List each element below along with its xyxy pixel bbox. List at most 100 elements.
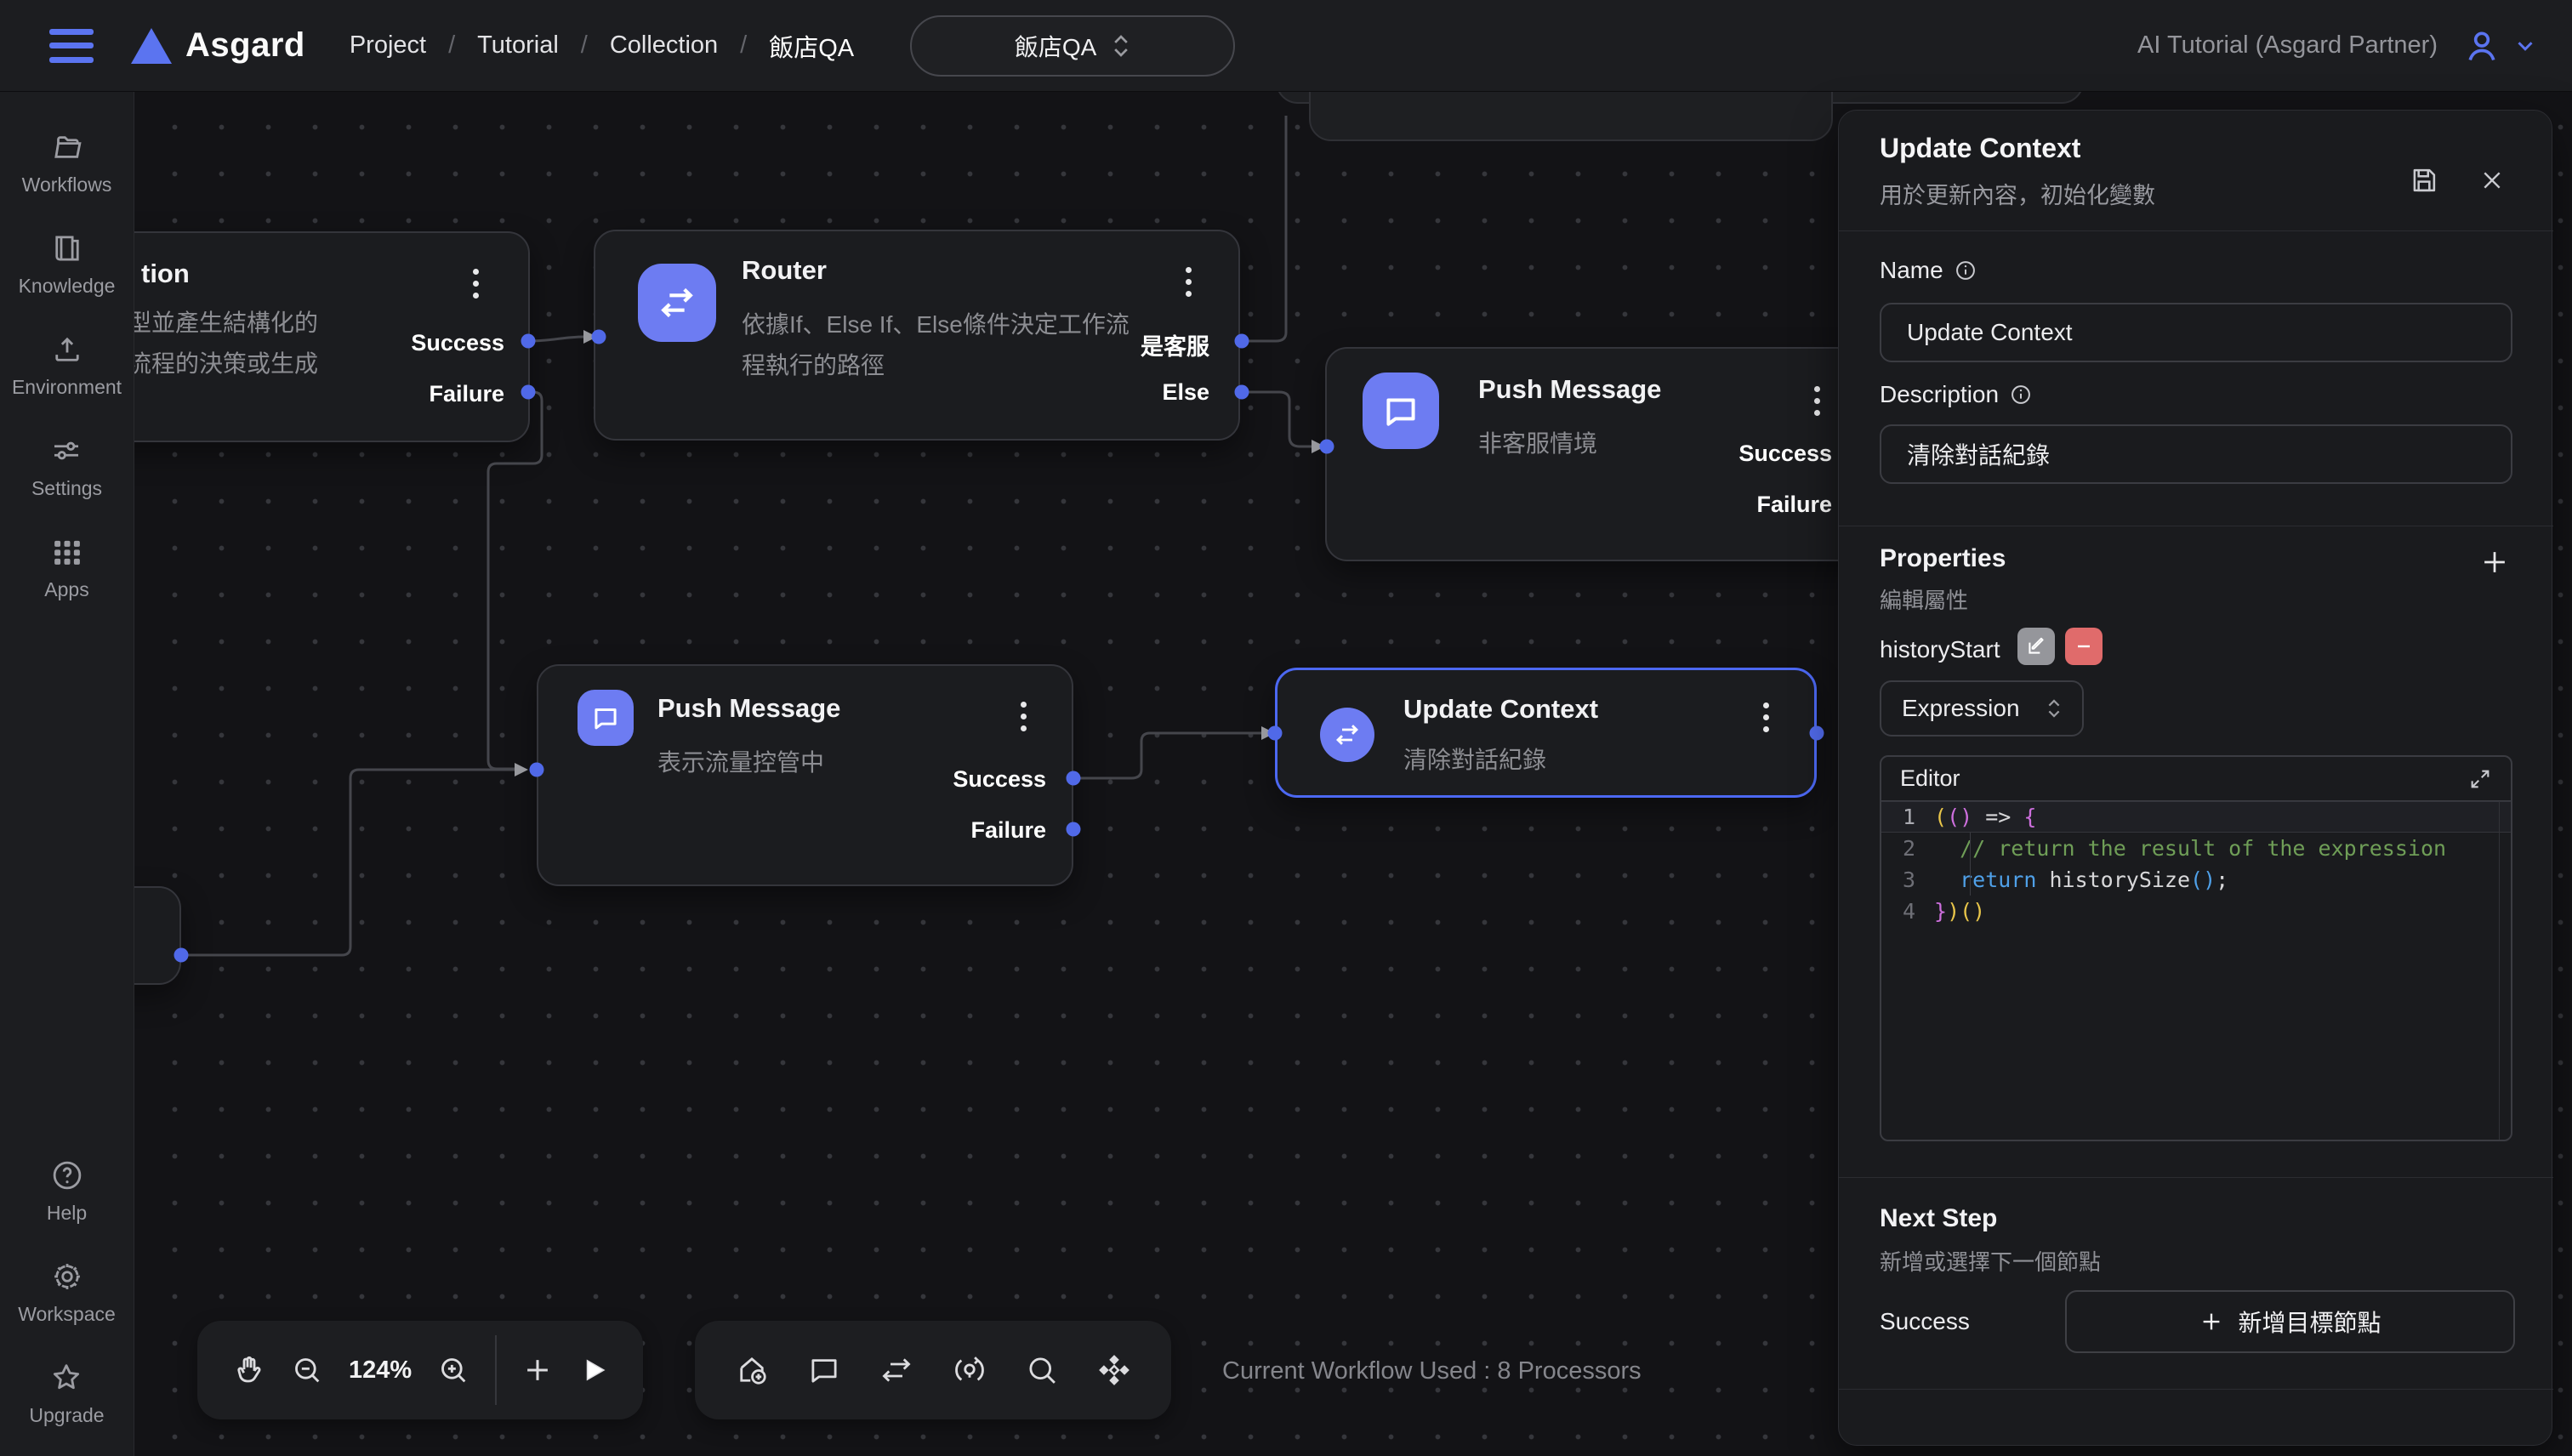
sidebar-item-settings[interactable]: Settings: [31, 433, 102, 500]
sidebar-item-upgrade[interactable]: Upgrade: [29, 1360, 104, 1427]
run-play-icon[interactable]: [578, 1355, 609, 1385]
upload-icon: [49, 332, 85, 367]
sidebar-item-workflows[interactable]: Workflows: [22, 129, 112, 196]
sidebar-item-knowledge[interactable]: Knowledge: [19, 230, 116, 298]
sidebar-item-apps[interactable]: Apps: [44, 534, 88, 601]
sidebar-item-workspace[interactable]: Workspace: [18, 1259, 116, 1326]
output-failure: Failure: [1756, 492, 1832, 518]
brand-name: Asgard: [185, 26, 305, 65]
editor-scrollbar[interactable]: [2499, 801, 2511, 1141]
node-title: Router: [742, 255, 827, 286]
hamburger-menu-icon[interactable]: [49, 29, 94, 63]
zoom-level: 124%: [349, 1356, 412, 1385]
output-is-cs: 是客服: [1141, 328, 1209, 361]
node-description: 非客服情境: [1478, 424, 1597, 464]
swap-arrows-icon[interactable]: [879, 1352, 914, 1388]
property-type-select[interactable]: Expression: [1880, 680, 2084, 737]
edge-failure-down: [488, 392, 542, 769]
account-label: AI Tutorial (Asgard Partner): [2137, 31, 2438, 60]
folder-icon: [49, 129, 85, 165]
editor-header: Editor: [1881, 757, 2511, 801]
node-description: 型並產生結構化的 流程的決策或生成: [134, 303, 318, 384]
router-icon: [638, 264, 716, 342]
plus-icon: [2199, 1309, 2224, 1334]
node-description: 依據If、Else If、Else條件決定工作流程執行的路徑: [742, 304, 1150, 386]
sidebar-item-help[interactable]: Help: [47, 1157, 87, 1225]
user-icon[interactable]: [2463, 27, 2501, 65]
add-icon[interactable]: [521, 1354, 554, 1386]
partial-node-card-front[interactable]: [1309, 92, 1833, 141]
search-icon[interactable]: [1024, 1352, 1060, 1388]
chat-bubble-icon: [1363, 373, 1439, 449]
app-header: Asgard Project / Tutorial / Collection /…: [0, 0, 2572, 92]
node-title: tion: [141, 259, 190, 289]
node-description: 表示流量控管中: [657, 742, 824, 783]
code-line-2[interactable]: 2 // return the result of the expression: [1881, 833, 2511, 864]
sidebar-item-environment[interactable]: Environment: [12, 332, 122, 399]
save-icon[interactable]: [2404, 160, 2444, 201]
add-target-node-button[interactable]: 新增目標節點: [2065, 1290, 2515, 1353]
kebab-menu-icon[interactable]: [1186, 267, 1194, 297]
expand-icon[interactable]: [2468, 767, 2492, 791]
output-success: Success: [953, 766, 1046, 793]
edit-property-button[interactable]: [2017, 628, 2055, 665]
add-property-icon[interactable]: [2475, 543, 2514, 582]
breadcrumb-project[interactable]: Project: [350, 31, 426, 60]
partial-node-left-bottom[interactable]: [134, 886, 181, 985]
node-router[interactable]: Router 依據If、Else If、Else條件決定工作流程執行的路徑 是客…: [594, 230, 1240, 441]
next-step-title: Next Step: [1880, 1204, 1997, 1233]
name-label: Name: [1880, 257, 1977, 284]
move-compass-icon[interactable]: [1096, 1352, 1132, 1388]
edge-push-success-to-update: [1073, 733, 1261, 778]
close-icon[interactable]: [2472, 160, 2512, 201]
breadcrumb-tutorial[interactable]: Tutorial: [477, 31, 559, 60]
output-failure: Failure: [970, 817, 1046, 844]
edge-router-else-to-push: [1242, 392, 1312, 446]
node-title: Push Message: [657, 693, 840, 724]
workflow-selector[interactable]: 飯店QA: [910, 15, 1235, 77]
help-circle-icon: [49, 1157, 85, 1193]
zoom-in-icon[interactable]: [436, 1353, 470, 1387]
chevron-down-icon[interactable]: [2512, 33, 2538, 59]
add-node-icon[interactable]: [734, 1352, 770, 1388]
output-failure: Failure: [429, 381, 504, 407]
code-line-3[interactable]: 3 return historySize();: [1881, 864, 2511, 896]
code-area[interactable]: 1(() => { 2 // return the result of the …: [1881, 801, 2511, 1141]
description-input[interactable]: 清除對話紀錄: [1880, 424, 2512, 484]
info-icon[interactable]: [2009, 383, 2033, 407]
property-name: historyStart: [1880, 636, 2000, 663]
code-line-4[interactable]: 4})(): [1881, 896, 2511, 927]
code-line-1[interactable]: 1(() => {: [1881, 801, 2511, 833]
edge-success-to-router: [528, 337, 583, 341]
comment-icon[interactable]: [806, 1352, 842, 1388]
kebab-menu-icon[interactable]: [1763, 702, 1772, 732]
output-else: Else: [1162, 379, 1209, 406]
auto-refresh-icon[interactable]: [952, 1352, 987, 1388]
branch-label: Success: [1880, 1308, 1970, 1335]
toolbar-divider: [495, 1335, 497, 1405]
indent-guide: [1970, 833, 1971, 896]
info-icon[interactable]: [1954, 259, 1977, 282]
breadcrumb-current[interactable]: 飯店QA: [769, 28, 854, 64]
node-partial-left[interactable]: tion 型並產生結構化的 流程的決策或生成 Success Failure: [134, 231, 530, 442]
updown-chevron-icon: [2046, 697, 2062, 719]
node-title: Update Context: [1403, 694, 1598, 725]
description-label: Description: [1880, 381, 2033, 408]
edge-router-cs-up: [1242, 116, 1286, 341]
name-input[interactable]: Update Context: [1880, 303, 2512, 362]
expression-editor[interactable]: Editor 1(() => { 2 // return the result …: [1880, 755, 2512, 1141]
node-update-context[interactable]: Update Context 清除對話紀錄: [1275, 668, 1817, 798]
kebab-menu-icon[interactable]: [1021, 702, 1029, 731]
pan-hand-icon[interactable]: [231, 1353, 265, 1387]
node-push-message-mid[interactable]: Push Message 表示流量控管中 Success Failure: [537, 664, 1073, 886]
node-push-message-top[interactable]: Push Message 非客服情境 Success Failure: [1325, 347, 1914, 561]
kebab-menu-icon[interactable]: [1814, 386, 1823, 416]
zoom-out-icon[interactable]: [290, 1353, 324, 1387]
kebab-menu-icon[interactable]: [473, 269, 481, 299]
panel-subtitle: 用於更新內容，初始化變數: [1880, 177, 2155, 210]
remove-property-button[interactable]: [2065, 628, 2103, 665]
breadcrumb-collection[interactable]: Collection: [610, 31, 718, 60]
properties-title: Properties: [1880, 544, 2006, 573]
next-step-subtitle: 新增或選擇下一個節點: [1880, 1245, 2101, 1277]
star-icon: [48, 1360, 84, 1396]
